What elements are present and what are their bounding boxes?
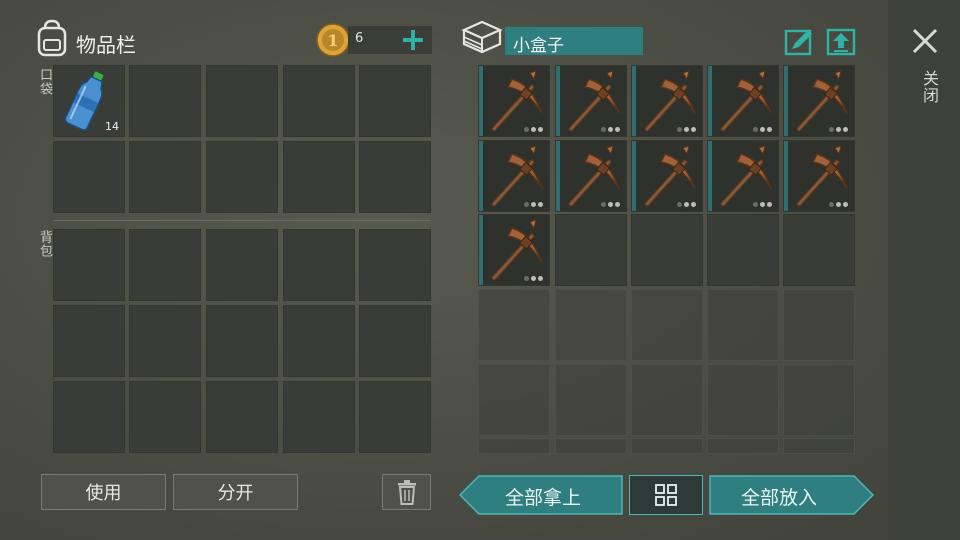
take-all-button[interactable]: 全部拿上 — [459, 475, 623, 515]
container-slot-pickaxe[interactable] — [478, 214, 550, 286]
container-slot[interactable] — [555, 438, 627, 454]
add-coins-button[interactable] — [400, 26, 426, 54]
item-quantity: 14 — [105, 120, 119, 133]
upload-button[interactable] — [826, 26, 856, 56]
backpack-slot[interactable] — [206, 381, 278, 453]
container-slot[interactable] — [555, 364, 627, 436]
put-all-button[interactable]: 全部放入 — [709, 475, 874, 515]
coin-icon: 1 — [316, 23, 350, 57]
backpack-slot[interactable] — [359, 229, 431, 301]
take-all-label: 全部拿上 — [505, 487, 582, 509]
durability-dots — [753, 202, 772, 207]
pocket-slot[interactable] — [283, 65, 355, 137]
container-slot[interactable] — [783, 364, 855, 436]
container-slot[interactable] — [707, 289, 779, 361]
container-slot-pickaxe[interactable] — [707, 65, 779, 137]
backpack-label: 背包 — [37, 230, 52, 258]
svg-text:1: 1 — [327, 31, 338, 50]
durability-dots — [829, 127, 848, 132]
container-slot[interactable] — [707, 364, 779, 436]
pocket-slot[interactable] — [129, 141, 201, 213]
backpack-slot[interactable] — [129, 381, 201, 453]
durability-dots — [601, 127, 620, 132]
backpack-slot[interactable] — [129, 305, 201, 377]
backpack-slot[interactable] — [53, 229, 125, 301]
container-slot[interactable] — [631, 438, 703, 454]
trash-icon — [397, 480, 416, 505]
container-slot[interactable] — [478, 438, 550, 454]
close-label[interactable]: 关闭 — [917, 70, 941, 104]
use-button[interactable]: 使用 — [41, 474, 166, 510]
container-slot-pickaxe[interactable] — [478, 140, 550, 212]
container-slot-pickaxe[interactable] — [707, 140, 779, 212]
backpack-slot[interactable] — [206, 229, 278, 301]
coin-count: 6 — [355, 31, 364, 46]
container-slot-pickaxe[interactable] — [555, 140, 627, 212]
backpack-slot[interactable] — [283, 229, 355, 301]
section-divider — [53, 220, 431, 221]
durability-dots — [677, 202, 696, 207]
container-slot[interactable] — [783, 289, 855, 361]
rename-button[interactable] — [784, 28, 814, 56]
pocket-slot[interactable] — [129, 65, 201, 137]
container-slot-pickaxe[interactable] — [478, 65, 550, 137]
container-slot-pickaxe[interactable] — [783, 65, 855, 137]
durability-dots — [524, 127, 543, 132]
container-slot[interactable] — [478, 364, 550, 436]
container-slot[interactable] — [707, 214, 779, 286]
durability-dots — [524, 276, 543, 281]
backpack-slot[interactable] — [206, 305, 278, 377]
edit-icon — [784, 29, 812, 56]
container-slot[interactable] — [783, 438, 855, 454]
pocket-slot[interactable] — [283, 141, 355, 213]
durability-dots — [753, 127, 772, 132]
trash-button[interactable] — [382, 474, 431, 510]
container-slot[interactable] — [707, 438, 779, 454]
pocket-slot[interactable] — [53, 141, 125, 213]
container-title: 小盒子 — [513, 36, 564, 56]
container-slot[interactable] — [478, 289, 550, 361]
container-slot[interactable] — [631, 214, 703, 286]
close-icon — [912, 28, 938, 54]
container-slot[interactable] — [555, 214, 627, 286]
durability-dots — [829, 202, 848, 207]
backpack-icon — [34, 18, 70, 58]
upload-icon — [826, 28, 856, 56]
container-slot-pickaxe[interactable] — [631, 65, 703, 137]
container-slot[interactable] — [631, 364, 703, 436]
durability-dots — [601, 202, 620, 207]
inventory-title: 物品栏 — [76, 33, 136, 57]
container-slot[interactable] — [555, 289, 627, 361]
plus-icon — [403, 30, 423, 50]
container-name-field[interactable]: 小盒子 — [505, 27, 643, 56]
pocket-slot[interactable] — [359, 141, 431, 213]
container-slot-pickaxe[interactable] — [783, 140, 855, 212]
backpack-slot[interactable] — [53, 381, 125, 453]
backpack-slot[interactable] — [283, 305, 355, 377]
backpack-slot[interactable] — [283, 381, 355, 453]
container-slot[interactable] — [783, 214, 855, 286]
pocket-label: 口袋 — [37, 68, 52, 96]
container-slot[interactable] — [631, 289, 703, 361]
pocket-slot[interactable] — [206, 141, 278, 213]
backpack-slot[interactable] — [53, 305, 125, 377]
split-button[interactable]: 分开 — [173, 474, 298, 510]
container-slot-pickaxe[interactable] — [631, 140, 703, 212]
pocket-slot[interactable] — [206, 65, 278, 137]
container-slot-pickaxe[interactable] — [555, 65, 627, 137]
durability-dots — [677, 127, 696, 132]
box-icon — [461, 18, 503, 58]
grid-sort-icon — [655, 484, 677, 506]
backpack-slot[interactable] — [359, 381, 431, 453]
durability-dots — [524, 202, 543, 207]
pocket-slot[interactable] — [359, 65, 431, 137]
put-all-label: 全部放入 — [741, 487, 818, 509]
close-button[interactable] — [911, 27, 939, 55]
backpack-slot[interactable] — [359, 305, 431, 377]
pocket-slot-water-bottle[interactable]: 14 — [53, 65, 125, 137]
sort-button[interactable] — [629, 475, 703, 515]
backpack-slot[interactable] — [129, 229, 201, 301]
